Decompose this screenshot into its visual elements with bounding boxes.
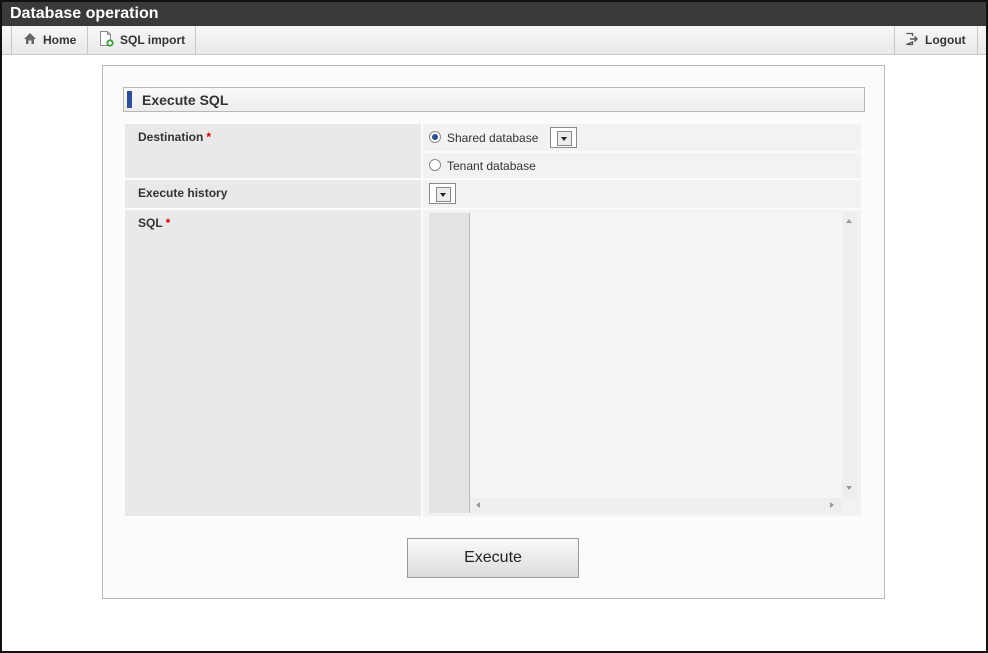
scroll-up-icon[interactable]	[846, 219, 852, 223]
required-mark: *	[165, 216, 171, 230]
chevron-down-icon	[561, 137, 567, 141]
sql-import-button[interactable]: SQL import	[88, 26, 195, 54]
sql-label-cell: SQL *	[125, 210, 421, 516]
destination-label: Destination	[138, 130, 204, 144]
tenant-database-radio[interactable]	[429, 159, 441, 171]
toolbar-divider	[195, 26, 196, 54]
sql-label: SQL	[138, 216, 163, 230]
destination-label-cell: Destination *	[125, 124, 421, 178]
execute-history-label: Execute history	[138, 186, 228, 200]
logout-button[interactable]: Logout	[895, 26, 977, 54]
toolbar-divider	[977, 26, 978, 54]
section-title: Execute SQL	[142, 92, 229, 108]
execute-history-select[interactable]	[429, 183, 456, 204]
chevron-down-icon	[440, 193, 446, 197]
toolbar: Home SQL import Logout	[2, 26, 986, 55]
section-accent-bar	[127, 91, 132, 108]
logout-icon	[905, 32, 925, 49]
scroll-right-icon[interactable]	[830, 502, 834, 508]
required-mark: *	[206, 130, 212, 144]
execute-button[interactable]: Execute	[407, 538, 579, 578]
sql-editor-gutter	[429, 213, 470, 513]
sql-editor-vertical-scrollbar[interactable]	[842, 213, 857, 498]
home-label: Home	[43, 33, 77, 47]
shared-database-label: Shared database	[447, 131, 539, 145]
tenant-database-label: Tenant database	[447, 159, 536, 173]
document-add-icon	[99, 30, 120, 50]
scroll-left-icon[interactable]	[476, 502, 480, 508]
sql-editor-horizontal-scrollbar[interactable]	[470, 498, 842, 513]
section-header: Execute SQL	[123, 87, 865, 112]
shared-database-select[interactable]	[550, 127, 577, 148]
sql-editor[interactable]	[470, 213, 842, 498]
execute-history-label-cell: Execute history	[125, 180, 421, 208]
logout-label: Logout	[925, 33, 966, 47]
sql-import-label: SQL import	[120, 33, 186, 47]
scroll-down-icon[interactable]	[846, 486, 852, 490]
home-icon	[23, 32, 43, 48]
home-button[interactable]: Home	[12, 26, 87, 54]
shared-database-radio[interactable]	[429, 131, 441, 143]
execute-history-cell	[423, 180, 861, 208]
window-title: Database operation	[2, 2, 986, 26]
